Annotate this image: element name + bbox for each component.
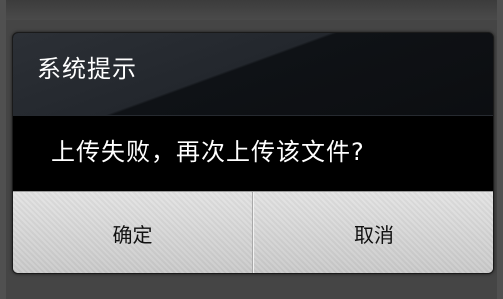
- dialog-body: 上传失败，再次上传该文件?: [13, 116, 493, 191]
- dialog-header: 系统提示: [13, 33, 493, 116]
- dialog-button-bar: 确定 取消: [13, 191, 493, 273]
- background-right-column: [497, 0, 503, 299]
- dialog-title: 系统提示: [37, 55, 137, 83]
- background-top-strip: [0, 0, 503, 20]
- dialog-message: 上传失败，再次上传该文件?: [51, 138, 365, 166]
- system-alert-dialog: 系统提示 上传失败，再次上传该文件? 确定 取消: [12, 32, 494, 274]
- cancel-button[interactable]: 取消: [253, 192, 493, 273]
- background-left-column: [0, 0, 6, 299]
- confirm-button[interactable]: 确定: [13, 192, 253, 273]
